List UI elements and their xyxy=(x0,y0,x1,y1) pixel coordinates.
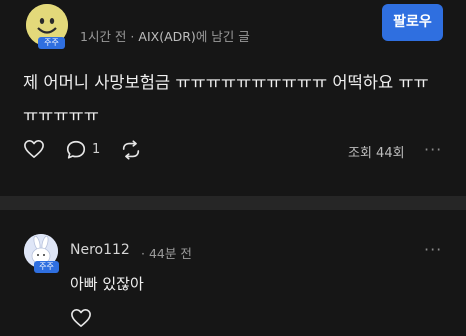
meta-separator: · xyxy=(130,29,135,44)
comment-body: 아빠 있잖아 xyxy=(70,275,144,293)
view-count: 조회 44회 xyxy=(348,146,405,161)
post-card: 주주 1시간 전 · AIX(ADR)에 남긴 글 팔로우 제 어머니 사망보험… xyxy=(0,0,466,196)
comment-item: 주주 Nero112 · 44분 전 ··· 아빠 있잖아 xyxy=(0,210,466,336)
shareholder-badge: 주주 xyxy=(34,261,59,273)
shareholder-badge: 주주 xyxy=(38,37,65,49)
comment-more-icon[interactable]: ··· xyxy=(424,240,442,259)
reply-count: 1 xyxy=(92,142,101,157)
meta-suffix: 에 남긴 글 xyxy=(195,29,250,44)
stock-link[interactable]: AIX(ADR) xyxy=(138,29,195,44)
post-body: 제 어머니 사망보험금 ㅠㅠㅠㅠㅠㅠㅠㅠㅠㅠ 어떡하요 ㅠㅠㅠㅠㅠㅠㅠ xyxy=(23,73,429,125)
follow-button[interactable]: 팔로우 xyxy=(382,4,443,41)
commenter-name[interactable]: Nero112 xyxy=(70,242,130,258)
heart-icon[interactable] xyxy=(70,308,92,328)
post-meta: 1시간 전 · AIX(ADR)에 남긴 글 xyxy=(80,26,250,45)
comment-time: · 44분 전 xyxy=(141,246,192,261)
post-time: 1시간 전 xyxy=(80,29,127,44)
chat-bubble-icon[interactable] xyxy=(65,139,87,161)
section-divider xyxy=(0,196,466,210)
repost-icon[interactable] xyxy=(120,139,142,161)
heart-icon[interactable] xyxy=(23,139,45,159)
more-options-icon[interactable]: ··· xyxy=(424,140,442,159)
